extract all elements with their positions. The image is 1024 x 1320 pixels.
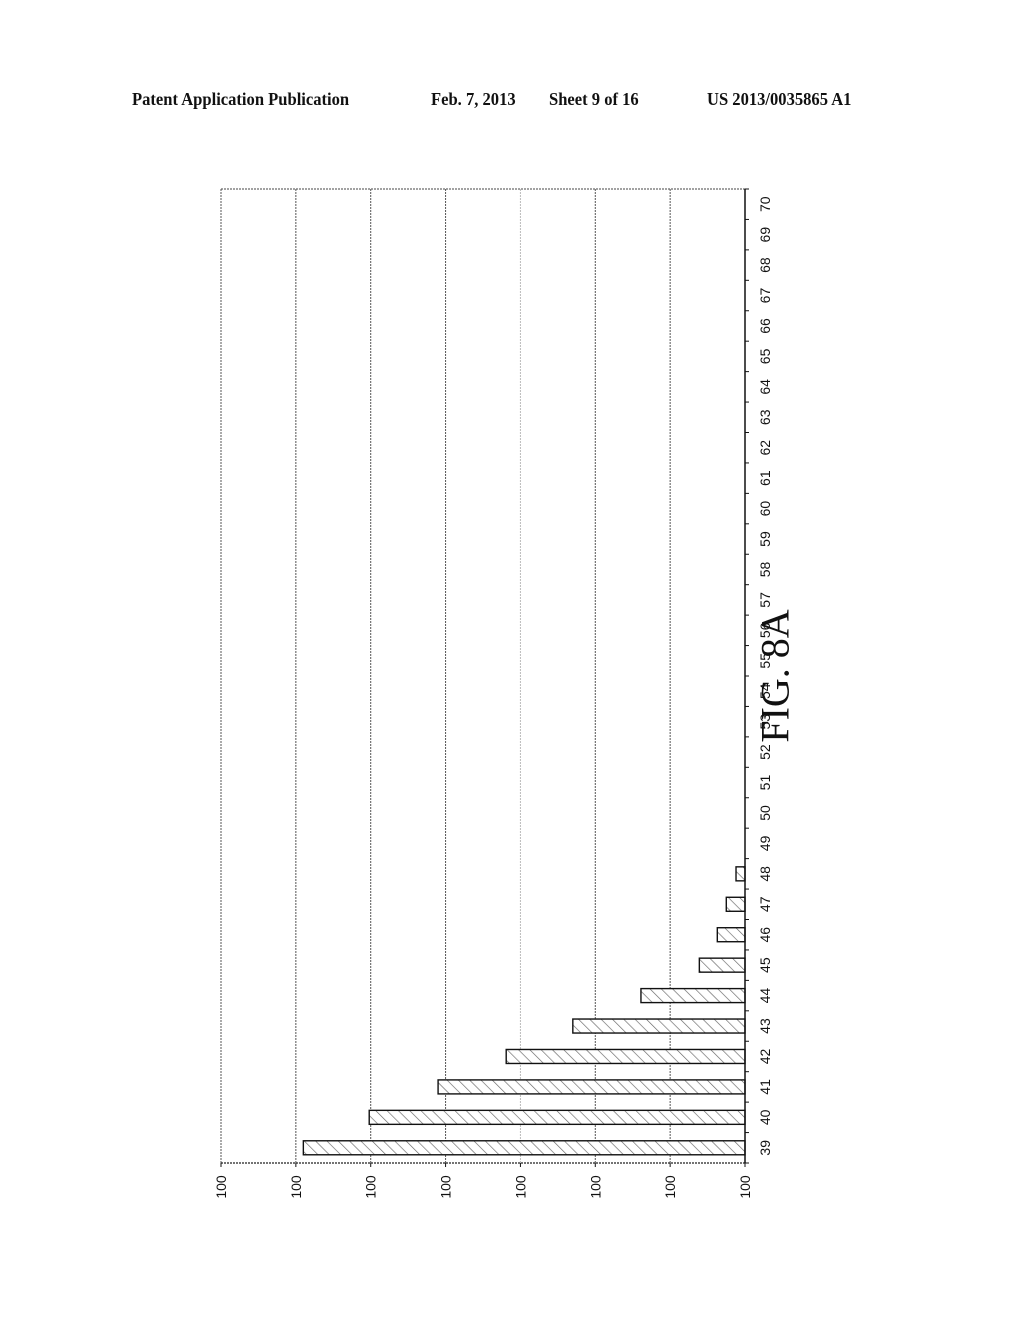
value-tick-label: 100	[737, 1175, 753, 1199]
category-label: 60	[757, 501, 773, 517]
category-label: 46	[757, 927, 773, 943]
category-label: 63	[757, 409, 773, 425]
value-tick-label: 100	[213, 1175, 229, 1199]
category-label: 39	[757, 1140, 773, 1156]
category-label: 50	[757, 805, 773, 821]
category-label: 57	[757, 592, 773, 608]
bar-42	[505, 1048, 746, 1065]
category-label: 65	[757, 348, 773, 364]
bar-43	[572, 1018, 746, 1034]
category-label: 66	[757, 318, 773, 334]
bar-44	[640, 987, 746, 1004]
category-label: 47	[757, 896, 773, 912]
category-label: 45	[757, 957, 773, 973]
value-tick-label: 100	[662, 1175, 678, 1199]
value-axis: 100 100 100 100 100 100 100 100	[213, 1163, 753, 1199]
category-label: 62	[757, 440, 773, 456]
plot-frame	[221, 188, 746, 1164]
bar-40	[368, 1109, 746, 1126]
bar-46	[716, 927, 746, 943]
bar-chart: 3940414243444546474849505152535455565758…	[213, 188, 773, 1199]
value-tick-label: 100	[587, 1175, 603, 1199]
value-tick-label: 100	[512, 1175, 528, 1199]
category-label: 44	[757, 988, 773, 1004]
category-label: 68	[757, 257, 773, 273]
category-label: 48	[757, 866, 773, 882]
bar-41	[437, 1079, 746, 1095]
category-label: 64	[757, 379, 773, 395]
category-label: 69	[757, 227, 773, 243]
bar-47	[725, 896, 746, 912]
category-label: 70	[757, 196, 773, 212]
bar-39	[302, 1140, 746, 1156]
value-tick-label: 100	[438, 1175, 454, 1199]
value-tick-label: 100	[288, 1175, 304, 1199]
bar-45	[698, 957, 746, 973]
category-label: 61	[757, 470, 773, 486]
gridlines	[220, 189, 746, 1163]
category-label: 41	[757, 1079, 773, 1095]
category-label: 67	[757, 288, 773, 304]
category-label: 42	[757, 1048, 773, 1064]
category-label: 49	[757, 835, 773, 851]
bar-48	[735, 866, 746, 882]
category-label: 59	[757, 531, 773, 547]
category-label: 58	[757, 561, 773, 577]
bars	[302, 866, 746, 1156]
value-tick-label: 100	[363, 1175, 379, 1199]
category-label: 52	[757, 744, 773, 760]
category-label: 43	[757, 1018, 773, 1034]
category-label: 40	[757, 1109, 773, 1125]
figure-label-text: FIG. 8A	[752, 609, 798, 743]
category-label: 51	[757, 775, 773, 791]
